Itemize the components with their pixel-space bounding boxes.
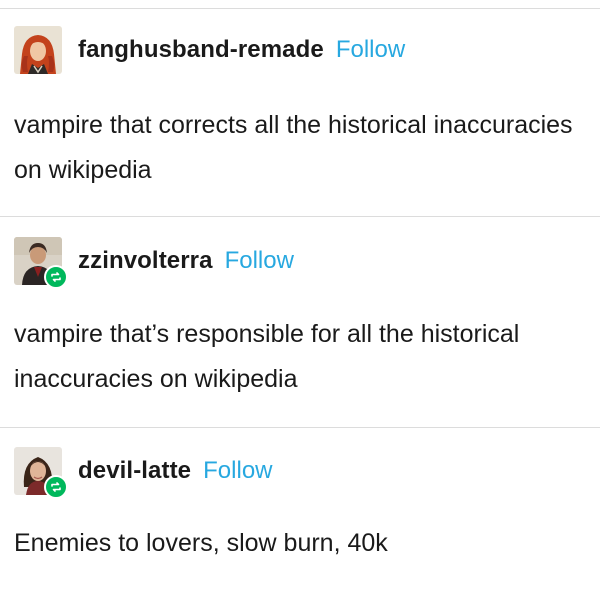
username[interactable]: fanghusband-remade bbox=[78, 36, 324, 64]
post-body: vampire that corrects all the historical… bbox=[14, 111, 573, 184]
post-body: Enemies to lovers, slow burn, 40k bbox=[14, 529, 388, 557]
avatar[interactable] bbox=[14, 237, 68, 289]
post-body: vampire that’s responsible for all the h… bbox=[14, 320, 520, 393]
top-divider bbox=[0, 8, 600, 9]
follow-button[interactable]: Follow bbox=[203, 457, 272, 485]
avatar[interactable] bbox=[14, 447, 68, 499]
post-header: devil-latte Follow bbox=[14, 447, 273, 499]
follow-button[interactable]: Follow bbox=[336, 36, 405, 64]
post-divider bbox=[0, 216, 600, 217]
follow-button[interactable]: Follow bbox=[225, 247, 294, 275]
avatar-red-hair-icon bbox=[14, 26, 62, 74]
username[interactable]: zzinvolterra bbox=[78, 247, 213, 275]
avatar[interactable] bbox=[14, 26, 62, 74]
username[interactable]: devil-latte bbox=[78, 457, 191, 485]
reblog-thread: fanghusband-remade Follow vampire that c… bbox=[0, 0, 600, 600]
reblog-icon bbox=[44, 475, 68, 499]
post-header: zzinvolterra Follow bbox=[14, 237, 294, 289]
post-divider bbox=[0, 427, 600, 428]
reblog-icon bbox=[44, 265, 68, 289]
post-header: fanghusband-remade Follow bbox=[14, 26, 405, 74]
